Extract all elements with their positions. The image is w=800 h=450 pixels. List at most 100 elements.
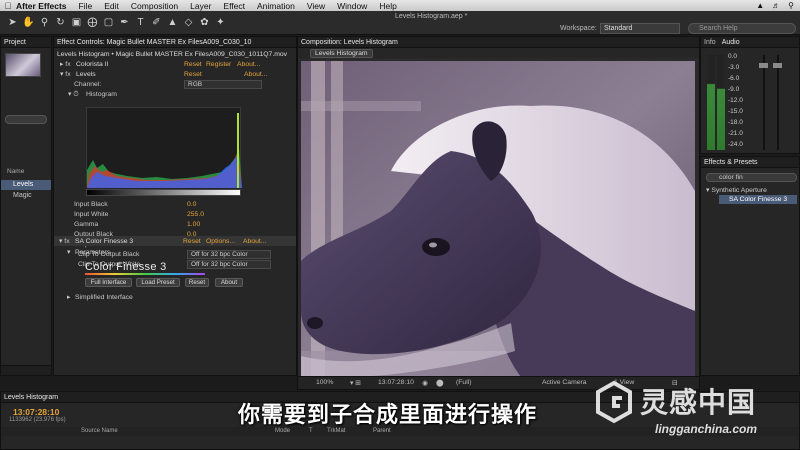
roto-brush-tool-icon[interactable]: ✿ (198, 15, 211, 31)
param-label: Output Black (74, 231, 113, 238)
colorista-effect-name[interactable]: Colorista II (76, 60, 108, 69)
param-output-white-value[interactable]: 255.0 (187, 240, 204, 249)
timeline-current-time[interactable]: 13:07:28:10 (13, 407, 59, 417)
workspace-select[interactable]: Standard (600, 23, 680, 34)
param-label: Output White (74, 241, 114, 248)
fx-icon: ▸ fx (60, 61, 71, 68)
camera-tool-icon[interactable]: ▣ (70, 15, 83, 31)
project-item-levels[interactable]: Levels (1, 180, 51, 190)
colorista-register-link[interactable]: Register (206, 60, 231, 69)
histogram-toggle-icon[interactable]: ▾ ⏱ (68, 90, 79, 99)
tab-effects-presets[interactable]: Effects & Presets (704, 159, 758, 166)
param-label: Input White (74, 211, 109, 218)
colorista-about-link[interactable]: About... (237, 60, 260, 69)
db-label: -18.0 (728, 119, 743, 126)
eraser-tool-icon[interactable]: ◇ (182, 15, 195, 31)
levels-reset-link[interactable]: Reset (184, 70, 202, 79)
composition-panel: Composition: Levels Histogram Levels His… (297, 36, 700, 390)
menu-window[interactable]: Window (337, 1, 367, 11)
param-label: Input Black (74, 201, 108, 208)
tab-timeline[interactable]: Levels Histogram (4, 394, 58, 401)
project-name-column[interactable]: Name (7, 168, 24, 175)
effect-controls-panel: Effect Controls: Magic Bullet MASTER Ex … (53, 36, 297, 376)
composition-name-pill[interactable]: Levels Histogram (310, 49, 373, 58)
fx-icon-levels: ▾ fx (60, 71, 71, 78)
watermark-logo-icon (596, 380, 632, 424)
resolution-icon[interactable]: ▾ ⊞ (350, 379, 361, 387)
levels-effect-name[interactable]: Levels (76, 70, 96, 79)
tab-info[interactable]: Info (704, 39, 716, 46)
hand-tool-icon[interactable]: ✋ (22, 15, 35, 31)
horse-image (301, 61, 695, 377)
video-subtitle: 你需要到子合成里面进行操作 (238, 402, 538, 427)
project-item-magic[interactable]: Magic (1, 191, 51, 201)
param-input-black-value[interactable]: 0.0 (187, 200, 196, 209)
composition-footer: 100% ▾ ⊞ 13:07:28:10 ◉ ⬤ (Full) Active C… (298, 376, 699, 389)
puppet-tool-icon[interactable]: ✦ (214, 15, 227, 31)
wifi-icon[interactable]: ▲ (756, 1, 764, 10)
audio-slider-left-knob[interactable] (759, 63, 768, 68)
audio-slider-right[interactable] (777, 55, 779, 150)
composition-viewer[interactable] (301, 61, 695, 377)
audio-slider-right-knob[interactable] (773, 63, 782, 68)
spotlight-icon[interactable]: ⚲ (788, 1, 794, 10)
col-source-name[interactable]: Source Name (81, 428, 118, 434)
db-label: 0.0 (728, 53, 738, 60)
snapshot-icon[interactable]: ◉ (422, 379, 428, 387)
apple-menu-icon[interactable]:  (0, 1, 16, 11)
zoom-tool-icon[interactable]: ⚲ (38, 15, 51, 31)
volume-icon[interactable]: ♬ (772, 1, 780, 10)
menu-view[interactable]: View (307, 1, 325, 11)
timecode-display[interactable]: 13:07:28:10 (378, 379, 414, 386)
menu-layer[interactable]: Layer (190, 1, 211, 11)
menu-file[interactable]: File (79, 1, 93, 11)
audio-slider-left[interactable] (763, 55, 765, 150)
clone-tool-icon[interactable]: ▲ (166, 15, 179, 31)
levels-about-link[interactable]: About... (244, 70, 267, 79)
brush-tool-icon[interactable]: ✐ (150, 15, 163, 31)
menu-effect[interactable]: Effect (223, 1, 245, 11)
audio-meter-left (707, 55, 715, 150)
pen-tool-icon[interactable]: ✒ (118, 15, 131, 31)
tab-composition[interactable]: Composition: Levels Histogram (301, 39, 398, 46)
effects-search-input[interactable]: color fin (706, 173, 797, 182)
effects-item-sa-color-finesse[interactable]: SA Color Finesse 3 (719, 195, 797, 204)
clip-white-select[interactable]: Off for 32 bpc Color (187, 260, 271, 269)
selection-tool-icon[interactable]: ➤ (6, 15, 19, 31)
effect-controls-header: Levels Histogram • Magic Bullet MASTER E… (57, 51, 288, 58)
tab-effect-controls[interactable]: Effect Controls: Magic Bullet MASTER Ex … (57, 39, 251, 46)
histogram-white-marker[interactable] (237, 113, 239, 188)
param-input-white-value[interactable]: 255.0 (187, 210, 204, 219)
pan-behind-tool-icon[interactable]: ⨁ (86, 15, 99, 31)
type-tool-icon[interactable]: T (134, 15, 147, 31)
colorista-reset-link[interactable]: Reset (184, 60, 202, 69)
db-label: -21.0 (728, 130, 743, 137)
project-search-input[interactable] (5, 115, 47, 124)
info-audio-panel: Info Audio 0.0 -3.0 -6.0 -9.0 -12.0 -15.… (700, 36, 800, 154)
zoom-select[interactable]: 100% (316, 379, 333, 386)
menu-edit[interactable]: Edit (104, 1, 119, 11)
db-label: -6.0 (728, 75, 740, 82)
tab-audio[interactable]: Audio (722, 39, 740, 46)
param-gamma-value[interactable]: 1.00 (187, 220, 200, 229)
camera-select[interactable]: Active Camera (542, 379, 587, 386)
histogram-graph[interactable] (86, 107, 242, 188)
tab-project[interactable]: Project (4, 39, 26, 46)
search-help-input[interactable]: Search Help (688, 23, 796, 34)
quality-select[interactable]: (Full) (456, 379, 471, 386)
app-menu[interactable]: After Effects (16, 1, 67, 11)
menu-animation[interactable]: Animation (257, 1, 295, 11)
effects-category-synthetic-aperture[interactable]: ▾ Synthetic Aperture (706, 186, 767, 194)
rotate-tool-icon[interactable]: ↻ (54, 15, 67, 31)
channel-select[interactable]: RGB (184, 80, 262, 89)
histogram-gradient-bar[interactable] (86, 189, 241, 196)
audio-meter-right (717, 55, 725, 150)
db-label: -24.0 (728, 141, 743, 148)
project-panel: Project Name Levels Magic (0, 36, 52, 376)
menu-help[interactable]: Help (379, 1, 396, 11)
param-output-black-value[interactable]: 0.0 (187, 230, 196, 239)
color-channel-icon[interactable]: ⬤ (436, 379, 444, 387)
clip-black-select[interactable]: Off for 32 bpc Color (187, 250, 271, 259)
menu-composition[interactable]: Composition (131, 1, 178, 11)
rectangle-tool-icon[interactable]: ▢ (102, 15, 115, 31)
